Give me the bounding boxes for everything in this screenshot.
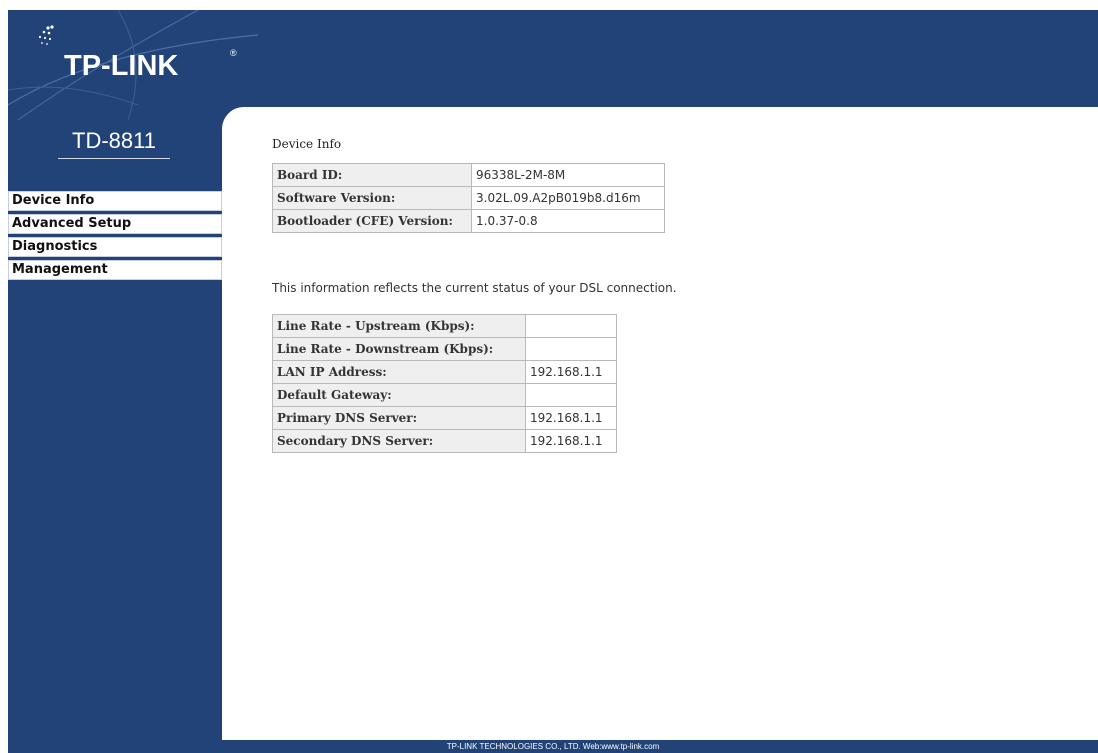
sidebar-item-advanced-setup[interactable]: Advanced Setup bbox=[8, 214, 222, 234]
table-row: Bootloader (CFE) Version: 1.0.37-0.8 bbox=[272, 209, 665, 233]
table-row: Line Rate - Downstream (Kbps): bbox=[272, 337, 617, 361]
logo-dots-icon bbox=[38, 25, 54, 45]
upstream-rate-value bbox=[525, 314, 617, 338]
status-description: This information reflects the current st… bbox=[272, 281, 677, 295]
table-row: Board ID: 96338L-2M-8M bbox=[272, 163, 665, 187]
main-content: Device Info Board ID: 96338L-2M-8M Softw… bbox=[222, 107, 1098, 740]
lan-ip-label: LAN IP Address: bbox=[272, 360, 526, 384]
dsl-status-table: Line Rate - Upstream (Kbps): Line Rate -… bbox=[272, 314, 617, 453]
upstream-rate-label: Line Rate - Upstream (Kbps): bbox=[272, 314, 526, 338]
sidebar-item-management[interactable]: Management bbox=[8, 260, 222, 280]
board-id-value: 96338L-2M-8M bbox=[471, 163, 665, 187]
footer-copyright: TP-LINK TECHNOLOGIES CO., LTD. Web:www.t… bbox=[446, 742, 660, 751]
app-frame: TP-LINK ® TD-8811 Device Info Advanced S… bbox=[8, 10, 1098, 753]
sidebar-nav: Device Info Advanced Setup Diagnostics M… bbox=[8, 191, 222, 283]
sidebar-item-device-info[interactable]: Device Info bbox=[8, 191, 222, 211]
software-version-value: 3.02L.09.A2pB019b8.d16m bbox=[471, 186, 665, 210]
device-info-table: Board ID: 96338L-2M-8M Software Version:… bbox=[272, 163, 665, 233]
registered-mark: ® bbox=[230, 48, 237, 58]
primary-dns-value: 192.168.1.1 bbox=[525, 406, 617, 430]
software-version-label: Software Version: bbox=[272, 186, 472, 210]
bootloader-version-value: 1.0.37-0.8 bbox=[471, 209, 665, 233]
tp-link-logo: TP-LINK bbox=[64, 50, 179, 82]
default-gateway-value bbox=[525, 383, 617, 407]
secondary-dns-value: 192.168.1.1 bbox=[525, 429, 617, 453]
downstream-rate-value bbox=[525, 337, 617, 361]
primary-dns-label: Primary DNS Server: bbox=[272, 406, 526, 430]
bootloader-version-label: Bootloader (CFE) Version: bbox=[272, 209, 472, 233]
table-row: LAN IP Address: 192.168.1.1 bbox=[272, 360, 617, 384]
model-name: TD-8811 bbox=[58, 128, 170, 159]
lan-ip-value: 192.168.1.1 bbox=[525, 360, 617, 384]
secondary-dns-label: Secondary DNS Server: bbox=[272, 429, 526, 453]
sidebar-item-diagnostics[interactable]: Diagnostics bbox=[8, 237, 222, 257]
table-row: Line Rate - Upstream (Kbps): bbox=[272, 314, 617, 338]
board-id-label: Board ID: bbox=[272, 163, 472, 187]
table-row: Software Version: 3.02L.09.A2pB019b8.d16… bbox=[272, 186, 665, 210]
default-gateway-label: Default Gateway: bbox=[272, 383, 526, 407]
downstream-rate-label: Line Rate - Downstream (Kbps): bbox=[272, 337, 526, 361]
table-row: Primary DNS Server: 192.168.1.1 bbox=[272, 406, 617, 430]
table-row: Default Gateway: bbox=[272, 383, 617, 407]
page-title: Device Info bbox=[272, 137, 342, 151]
table-row: Secondary DNS Server: 192.168.1.1 bbox=[272, 429, 617, 453]
